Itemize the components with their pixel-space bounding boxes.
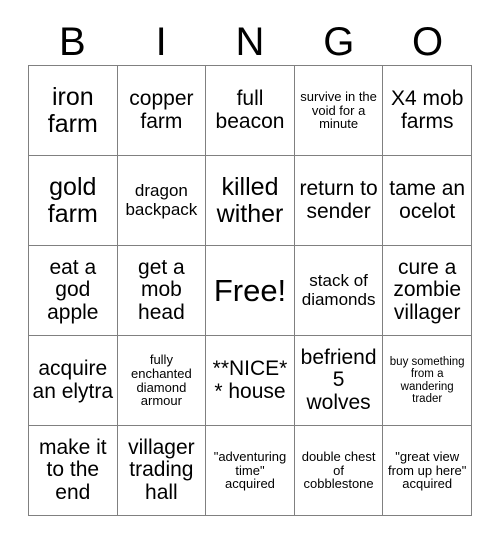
bingo-cell-r1c2[interactable]: copper farm: [117, 66, 207, 156]
bingo-cell-label: cure a zombie villager: [393, 255, 462, 324]
bingo-cell-label: survive in the void for a minute: [300, 88, 377, 132]
bingo-cell-r2c2[interactable]: dragon backpack: [117, 156, 207, 246]
bingo-cell-label: befriend 5 wolves: [300, 345, 377, 414]
bingo-cell-r5c3[interactable]: "adventuring time" acquired: [206, 426, 295, 516]
bingo-cell-label: full beacon: [215, 87, 285, 133]
bingo-cell-r5c2[interactable]: villager trading hall: [117, 426, 207, 516]
bingo-cell-r4c3[interactable]: **NICE** house: [206, 336, 295, 426]
bingo-cell-r3c4[interactable]: stack of diamonds: [294, 246, 384, 336]
bingo-free-space-label: Free!: [213, 272, 287, 308]
bingo-card: B I N G O iron farm copper farm full bea…: [0, 0, 500, 544]
bingo-cell-label: stack of diamonds: [301, 271, 376, 309]
bingo-cell-label: iron farm: [47, 82, 98, 138]
bingo-cell-r1c3[interactable]: full beacon: [206, 66, 295, 156]
bingo-cell-label: copper farm: [129, 87, 194, 133]
bingo-header-row: B I N G O: [28, 18, 472, 65]
bingo-cell-label: return to sender: [299, 177, 378, 223]
bingo-cell-label: **NICE** house: [212, 357, 288, 403]
bingo-cell-label: "great view from up here" acquired: [388, 448, 467, 492]
bingo-cell-label: double chest of cobblestone: [301, 448, 376, 492]
bingo-cell-r3c5[interactable]: cure a zombie villager: [383, 246, 472, 336]
bingo-cell-label: killed wither: [216, 172, 284, 228]
bingo-cell-label: tame an ocelot: [389, 177, 466, 223]
bingo-cell-label: fully enchanted diamond armour: [131, 351, 192, 409]
bingo-cell-r4c5[interactable]: buy something from a wandering trader: [383, 336, 472, 426]
bingo-cell-r1c5[interactable]: X4 mob farms: [383, 66, 472, 156]
bingo-cell-free-space[interactable]: Free!: [206, 246, 295, 336]
bingo-cell-r4c2[interactable]: fully enchanted diamond armour: [117, 336, 207, 426]
bingo-cell-r3c2[interactable]: get a mob head: [117, 246, 207, 336]
bingo-cell-r1c4[interactable]: survive in the void for a minute: [294, 66, 384, 156]
bingo-header-letter-i: I: [155, 19, 167, 64]
bingo-cell-label: "adventuring time" acquired: [213, 448, 287, 492]
bingo-cell-label: get a mob head: [138, 255, 185, 324]
bingo-cell-r2c1[interactable]: gold farm: [29, 156, 118, 246]
bingo-cell-label: make it to the end: [38, 435, 107, 504]
bingo-cell-r5c5[interactable]: "great view from up here" acquired: [383, 426, 472, 516]
bingo-cell-r5c1[interactable]: make it to the end: [29, 426, 118, 516]
bingo-header-letter-n: N: [235, 19, 265, 64]
bingo-cell-label: X4 mob farms: [391, 87, 464, 133]
bingo-cell-label: buy something from a wandering trader: [389, 355, 465, 405]
bingo-cell-r3c1[interactable]: eat a god apple: [29, 246, 118, 336]
bingo-cell-label: gold farm: [47, 172, 98, 228]
bingo-cell-r2c3[interactable]: killed wither: [206, 156, 295, 246]
bingo-cell-label: eat a god apple: [47, 255, 99, 324]
bingo-cell-r1c1[interactable]: iron farm: [29, 66, 118, 156]
bingo-cell-label: dragon backpack: [125, 181, 198, 219]
bingo-cell-label: acquire an elytra: [32, 357, 114, 403]
bingo-grid: iron farm copper farm full beacon surviv…: [28, 65, 472, 516]
bingo-cell-r4c4[interactable]: befriend 5 wolves: [294, 336, 384, 426]
bingo-header-letter-g: G: [323, 19, 355, 64]
bingo-cell-r5c4[interactable]: double chest of cobblestone: [294, 426, 384, 516]
bingo-cell-r4c1[interactable]: acquire an elytra: [29, 336, 118, 426]
bingo-header-letter-b: B: [59, 19, 86, 64]
bingo-cell-label: villager trading hall: [128, 435, 195, 504]
bingo-cell-r2c5[interactable]: tame an ocelot: [383, 156, 472, 246]
bingo-cell-r2c4[interactable]: return to sender: [294, 156, 384, 246]
bingo-header-letter-o: O: [412, 19, 444, 64]
